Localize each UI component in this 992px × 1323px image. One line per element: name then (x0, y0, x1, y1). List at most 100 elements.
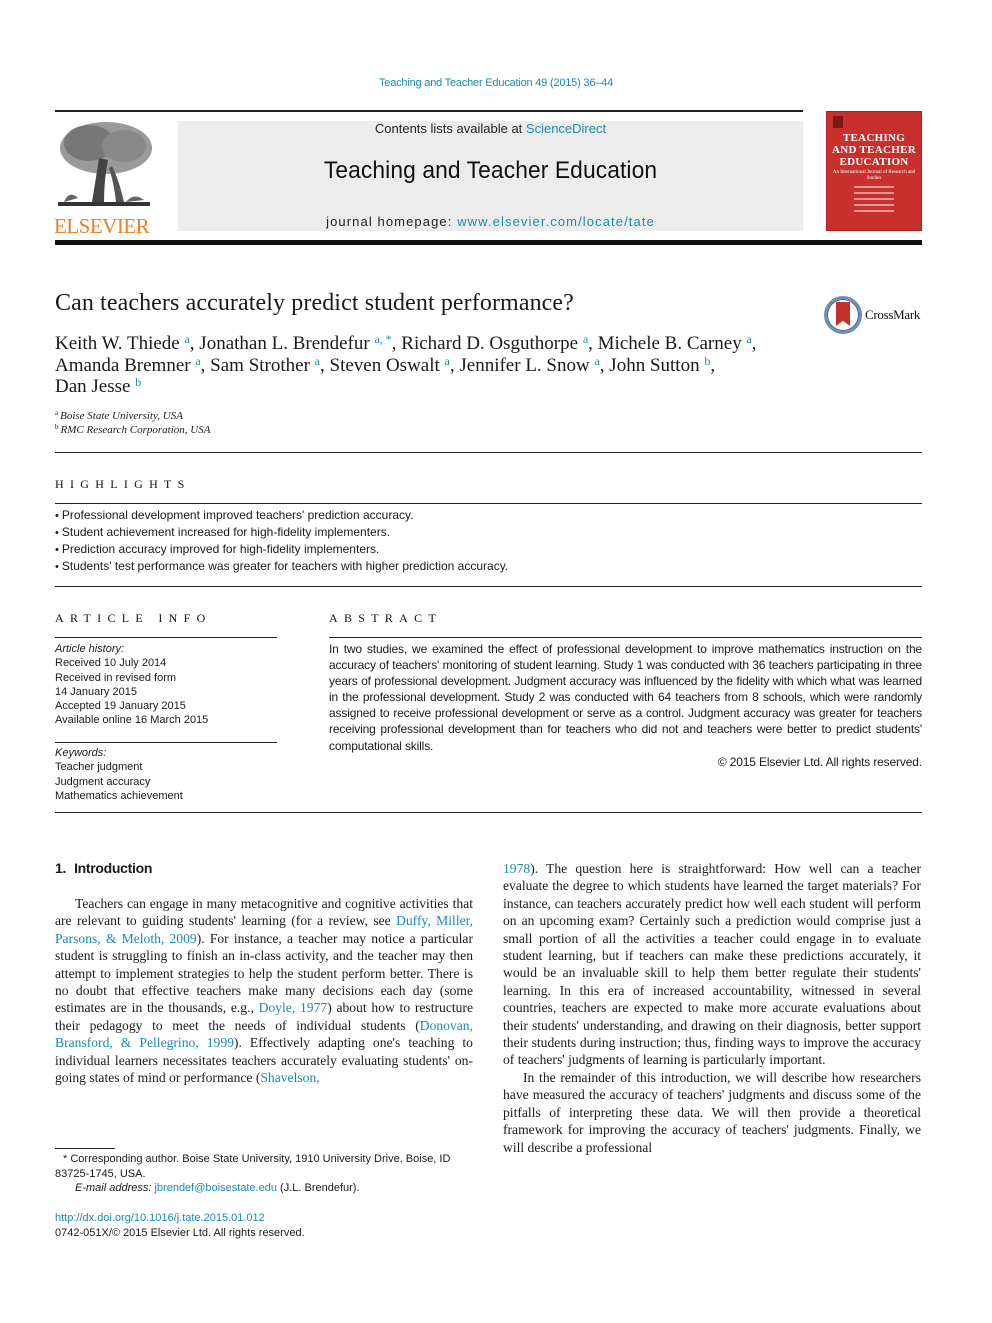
affiliation-text: RMC Research Corporation, USA (60, 424, 211, 436)
keywords-list: Teacher judgment Judgment accuracy Mathema… (55, 760, 183, 803)
separator: , (189, 333, 200, 354)
keywords-label: Keywords: (55, 747, 107, 759)
author-name[interactable]: Dan Jesse (55, 376, 135, 397)
reference-link-shavelson-year[interactable]: 1978 (503, 861, 530, 876)
elsevier-logo[interactable]: ELSEVIER (54, 118, 156, 238)
cover-subtitle: An International Journal of Research and… (832, 170, 916, 181)
history-label: Article history: (55, 643, 125, 655)
author-name[interactable]: Jonathan L. Brendefur (199, 333, 374, 354)
author-name[interactable]: John Sutton (609, 355, 704, 376)
author-name[interactable]: Amanda Bremner (55, 355, 195, 376)
intro-paragraph-1-cont: 1978). The question here is straightforw… (503, 860, 921, 1069)
corresponding-author-note: * Corresponding author. Boise State Univ… (55, 1152, 473, 1181)
separator: , (200, 354, 211, 376)
body-column-left: Teachers can engage in many metacognitiv… (55, 895, 473, 1086)
author-name[interactable]: Richard D. Osguthorpe (401, 333, 583, 354)
homepage-prefix: journal homepage: (326, 214, 458, 229)
separator: , (751, 333, 757, 354)
intro-paragraph-2: In the remainder of this introduction, w… (503, 1069, 921, 1155)
cover-title-2: AND TEACHER (831, 144, 917, 156)
highlight-item: Prediction accuracy improved for high-fi… (55, 541, 508, 558)
footnote-text: Corresponding author. Boise State Univer… (55, 1153, 451, 1180)
history-item: Available online 16 March 2015 (55, 714, 209, 727)
abstract-heading: ABSTRACT (329, 611, 443, 625)
header-rule (55, 110, 803, 112)
email-link[interactable]: jbrendef@boisestate.edu (154, 1182, 276, 1194)
affiliation-text: Boise State University, USA (60, 410, 183, 422)
highlight-item: Students' test performance was greater f… (55, 558, 508, 575)
separator: , (449, 354, 460, 376)
section-number: 1. (55, 860, 67, 876)
homepage-line: journal homepage: www.elsevier.com/locat… (178, 214, 803, 229)
reference-link-doyle[interactable]: Doyle, 1977 (259, 1000, 328, 1015)
article-title: Can teachers accurately predict student … (55, 290, 574, 316)
front-matter-divider (55, 812, 922, 813)
author-name[interactable]: Keith W. Thiede (55, 333, 184, 354)
highlights-list: Professional development improved teache… (55, 507, 508, 575)
footnote-rule (55, 1148, 115, 1149)
section-divider (55, 452, 922, 453)
masthead-divider (55, 240, 922, 245)
separator: , (710, 354, 716, 376)
cover-title-1: TEACHING (842, 132, 906, 144)
crossmark-label: CrossMark (865, 307, 921, 322)
rights-line: 0742-051X/© 2015 Elsevier Ltd. All right… (55, 1227, 305, 1239)
affiliation: a Boise State University, USA (55, 409, 210, 423)
article-history: Article history: Received 10 July 2014 Re… (55, 642, 208, 728)
intro-heading: 1. Introduction (55, 860, 152, 876)
journal-cover[interactable]: TEACHING AND TEACHER EDUCATION An Intern… (826, 111, 922, 231)
separator: , (320, 354, 330, 376)
section-title: Introduction (74, 860, 153, 876)
separator: , (588, 333, 598, 354)
history-item: Received 10 July 2014 (55, 657, 167, 670)
highlights-heading: HIGHLIGHTS (55, 477, 191, 491)
journal-homepage-link[interactable]: www.elsevier.com/locate/tate (457, 214, 655, 229)
highlight-item: Professional development improved teache… (55, 507, 508, 524)
author-name[interactable]: Sam Strother (210, 355, 315, 376)
separator: , (599, 354, 610, 376)
history-list: Received 10 July 2014 Received in revised… (55, 656, 208, 727)
body-column-right: 1978). The question here is straightforw… (503, 860, 921, 1156)
abstract-text: In two studies, we examined the effect o… (329, 642, 922, 753)
cover-title-3: EDUCATION (839, 156, 909, 168)
keyword[interactable]: Teacher judgment (55, 760, 183, 774)
affiliation-marker[interactable]: b (135, 375, 141, 389)
highlight-item: Student achievement increased for high-f… (55, 524, 508, 541)
journal-citation[interactable]: Teaching and Teacher Education 49 (2015)… (0, 77, 992, 89)
author-name[interactable]: Jennifer L. Snow (459, 355, 594, 376)
abstract-copyright: © 2015 Elsevier Ltd. All rights reserved… (717, 754, 922, 769)
affiliation-key: b (55, 423, 59, 431)
history-item: 14 January 2015 (55, 685, 137, 698)
author-list: Keith W. Thiede a, Jonathan L. Brendefur… (55, 333, 815, 398)
history-item: Accepted 19 January 2015 (55, 700, 186, 713)
sciencedirect-link[interactable]: ScienceDirect (526, 121, 606, 136)
email-suffix: (J.L. Brendefur). (280, 1182, 360, 1194)
abstract-rule (329, 637, 922, 638)
text: ). The question here is straightforward:… (503, 861, 921, 1068)
article-info-heading: ARTICLE INFO (55, 611, 212, 625)
cover-decoration (827, 186, 921, 212)
keyword[interactable]: Judgment accuracy (55, 775, 183, 789)
email-line: E-mail address: jbrendef@boisestate.edu … (55, 1181, 473, 1196)
affiliation-marker[interactable]: a, * (374, 332, 391, 346)
doi-link[interactable]: http://dx.doi.org/10.1016/j.tate.2015.01… (55, 1212, 265, 1224)
crossmark-icon (824, 296, 862, 334)
email-label: E-mail address: (75, 1182, 152, 1194)
tree-icon (54, 118, 154, 210)
intro-paragraph-1: Teachers can engage in many metacognitiv… (55, 895, 473, 1086)
elsevier-wordmark: ELSEVIER (54, 214, 150, 238)
contents-prefix: Contents lists available at (374, 121, 526, 136)
crossmark-button[interactable]: CrossMark (824, 296, 920, 334)
doi-block: http://dx.doi.org/10.1016/j.tate.2015.01… (55, 1211, 305, 1241)
contents-line: Contents lists available at ScienceDirec… (178, 121, 803, 136)
author-name[interactable]: Steven Oswalt (330, 355, 445, 376)
footnote-marker: * (63, 1153, 68, 1165)
keyword[interactable]: Mathematics achievement (55, 789, 183, 803)
separator: , (391, 333, 402, 354)
cover-logo-icon (833, 116, 843, 128)
keywords-rule (55, 742, 277, 743)
journal-title: Teaching and Teacher Education (323, 157, 658, 184)
author-name[interactable]: Michele B. Carney (598, 333, 747, 354)
footnote: * Corresponding author. Boise State Univ… (55, 1152, 473, 1196)
reference-link-shavelson[interactable]: Shavelson, (260, 1070, 319, 1085)
